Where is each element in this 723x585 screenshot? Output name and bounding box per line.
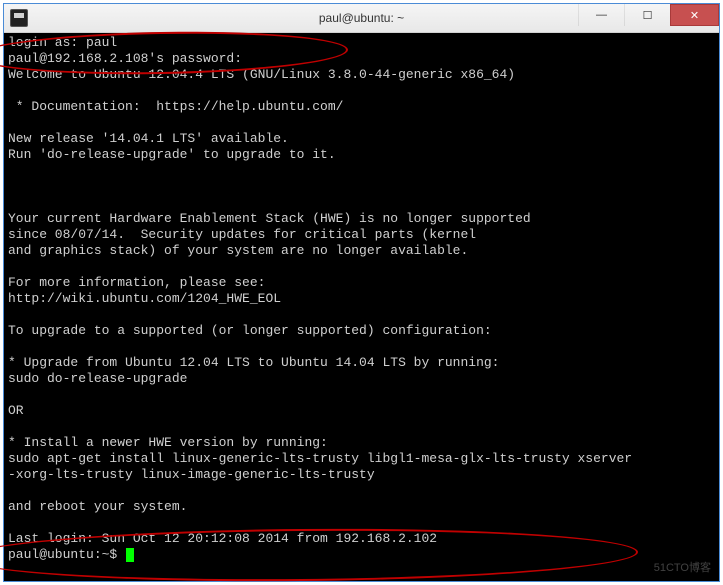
line: and reboot your system. <box>8 499 187 514</box>
line: * Upgrade from Ubuntu 12.04 LTS to Ubunt… <box>8 355 499 370</box>
line: login as: paul <box>8 35 117 50</box>
line: and graphics stack) of your system are n… <box>8 243 468 258</box>
cursor-icon <box>126 548 134 562</box>
line: paul@192.168.2.108's password: <box>8 51 242 66</box>
line: New release '14.04.1 LTS' available. <box>8 131 289 146</box>
line: http://wiki.ubuntu.com/1204_HWE_EOL <box>8 291 281 306</box>
line: * Install a newer HWE version by running… <box>8 435 328 450</box>
close-button[interactable]: ✕ <box>670 4 719 26</box>
line: sudo apt-get install linux-generic-lts-t… <box>8 451 632 466</box>
app-icon <box>10 9 28 27</box>
window-controls: — ☐ ✕ <box>578 4 719 26</box>
line: Run 'do-release-upgrade' to upgrade to i… <box>8 147 336 162</box>
line: OR <box>8 403 24 418</box>
terminal-window: paul@ubuntu: ~ — ☐ ✕ login as: paul paul… <box>3 3 720 582</box>
terminal-viewport[interactable]: login as: paul paul@192.168.2.108's pass… <box>4 33 719 581</box>
line: For more information, please see: <box>8 275 265 290</box>
line: sudo do-release-upgrade <box>8 371 187 386</box>
line: * Documentation: https://help.ubuntu.com… <box>8 99 343 114</box>
line: Last login: Sun Oct 12 20:12:08 2014 fro… <box>8 531 437 546</box>
line: Welcome to Ubuntu 12.04.4 LTS (GNU/Linux… <box>8 67 515 82</box>
titlebar[interactable]: paul@ubuntu: ~ — ☐ ✕ <box>4 4 719 33</box>
line: To upgrade to a supported (or longer sup… <box>8 323 492 338</box>
line: since 08/07/14. Security updates for cri… <box>8 227 476 242</box>
line: Your current Hardware Enablement Stack (… <box>8 211 531 226</box>
prompt: paul@ubuntu:~$ <box>8 547 125 562</box>
line: -xorg-lts-trusty linux-image-generic-lts… <box>8 467 375 482</box>
minimize-button[interactable]: — <box>578 4 624 26</box>
maximize-button[interactable]: ☐ <box>624 4 670 26</box>
